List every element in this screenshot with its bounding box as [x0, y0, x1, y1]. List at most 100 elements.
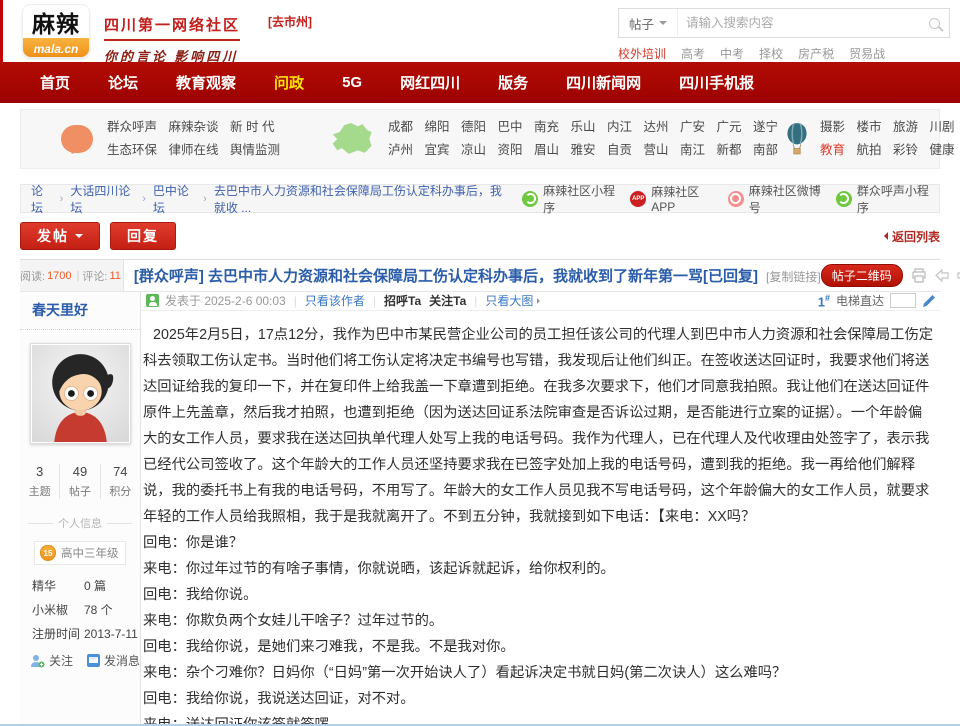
topic-link[interactable]: 航拍: [857, 143, 882, 157]
city-link[interactable]: 遂宁: [753, 120, 778, 134]
city-link[interactable]: 资阳: [498, 143, 523, 157]
city-link[interactable]: 泸州: [388, 143, 413, 157]
nav-item-education[interactable]: 教育观察: [176, 72, 236, 93]
avatar[interactable]: [30, 343, 131, 444]
nav-item-forum[interactable]: 论坛: [108, 72, 138, 93]
reply-button[interactable]: 回复: [110, 222, 176, 250]
nav-item-home[interactable]: 首页: [40, 72, 70, 93]
search-category-select[interactable]: 帖子: [619, 9, 678, 37]
city-link[interactable]: 广安: [680, 120, 705, 134]
prev-thread-icon[interactable]: [935, 269, 949, 282]
poster-icon: [146, 294, 159, 307]
topic-link[interactable]: 彩铃: [893, 143, 918, 157]
city-link[interactable]: 眉山: [534, 143, 559, 157]
only-author-link[interactable]: 只看该作者: [305, 292, 365, 309]
dialogue-line: 来电：送达回证你该签就签啰。: [143, 712, 936, 725]
follow-person-icon: [30, 654, 45, 668]
city-link[interactable]: 内江: [607, 120, 632, 134]
site-logo[interactable]: 麻辣 mala.cn: [22, 4, 90, 58]
forum-link[interactable]: 新 时 代: [230, 120, 274, 134]
city-link[interactable]: 乐山: [571, 120, 596, 134]
nav-item-wanghong[interactable]: 网红四川: [400, 72, 460, 93]
author-username[interactable]: 春天里好: [20, 302, 88, 318]
miniprogram-link[interactable]: 麻辣社区小程序: [522, 182, 615, 216]
hot-link[interactable]: 择校: [759, 45, 783, 62]
app-download-link[interactable]: APP 麻辣社区APP: [630, 183, 712, 214]
breadcrumb: 论坛 › 大话四川论坛 › 巴中论坛 › 去巴中市人力资源和社会保障局工伤认定科…: [20, 184, 940, 213]
hot-link[interactable]: 校外培训: [618, 45, 666, 62]
greet-link[interactable]: 招呼Ta: [384, 294, 421, 308]
speech-bubble-icon: [61, 125, 93, 153]
elevator-input[interactable]: [890, 293, 916, 308]
only-image-link[interactable]: 只看大图: [485, 292, 533, 309]
city-link[interactable]: 绵阳: [425, 120, 450, 134]
back-to-list-link[interactable]: 返回列表: [880, 228, 940, 245]
topic-link[interactable]: 摄影: [820, 120, 845, 134]
city-link[interactable]: 德阳: [461, 120, 486, 134]
copy-link[interactable]: [复制链接]: [766, 270, 821, 284]
post-area: 春天里好: [20, 292, 940, 725]
app-icon: APP: [630, 191, 646, 207]
topic-link[interactable]: 教育: [820, 143, 845, 157]
city-link[interactable]: 广元: [717, 120, 742, 134]
qr-code-button[interactable]: 帖子二维码: [821, 264, 903, 287]
triangle-left-icon: [880, 232, 888, 240]
city-link[interactable]: 雅安: [571, 143, 596, 157]
nav-item-5g[interactable]: 5G: [342, 74, 362, 91]
city-link[interactable]: 南部: [753, 143, 778, 157]
city-link[interactable]: 南充: [534, 120, 559, 134]
city-link[interactable]: 宜宾: [425, 143, 450, 157]
topic-link[interactable]: 健康: [930, 143, 955, 157]
city-link[interactable]: 新都: [717, 143, 742, 157]
search-input[interactable]: [678, 16, 919, 30]
topic-link[interactable]: 楼市: [857, 120, 882, 134]
city-link[interactable]: 达州: [644, 120, 669, 134]
breadcrumb-bazhong[interactable]: 巴中论坛: [153, 182, 196, 216]
city-link[interactable]: 自贡: [607, 143, 632, 157]
print-icon[interactable]: [911, 268, 927, 283]
thread-title: [群众呼声] 去巴中市人力资源和社会保障局工伤认定科办事后，我就收到了新年第一骂…: [134, 265, 821, 286]
search-button[interactable]: [919, 18, 949, 29]
nav-item-wenzheng[interactable]: 问政: [274, 72, 304, 93]
forum-link[interactable]: 律师在线: [169, 143, 219, 157]
new-post-button[interactable]: 发帖: [20, 222, 100, 250]
breadcrumb-dahua[interactable]: 大话四川论坛: [70, 182, 135, 216]
hot-link[interactable]: 房产税: [798, 45, 834, 62]
hot-link[interactable]: 贸易战: [849, 45, 885, 62]
city-link[interactable]: 凉山: [461, 143, 486, 157]
breadcrumb-separator: ›: [203, 193, 207, 205]
nav-item-scnews[interactable]: 四川新闻网: [566, 72, 641, 93]
topic-link[interactable]: 川剧: [930, 120, 955, 134]
nav-item-scmobile[interactable]: 四川手机报: [679, 72, 754, 93]
city-link[interactable]: 巴中: [498, 120, 523, 134]
level-badge-icon: 15: [40, 545, 56, 561]
stat-posts[interactable]: 49 帖子: [59, 464, 99, 499]
search-category-label: 帖子: [629, 14, 654, 33]
forum-link[interactable]: 生态环保: [107, 143, 157, 157]
post-paragraph: 2025年2月5日，17点12分，我作为巴中市某民营企业公司的员工担任该公司的代…: [143, 322, 936, 530]
city-link[interactable]: 南江: [680, 143, 705, 157]
nav-item-banwu[interactable]: 版务: [498, 72, 528, 93]
post-time: 发表于 2025-2-6 00:03: [165, 292, 286, 309]
comments-count: 11: [109, 270, 120, 282]
goto-city-link[interactable]: [去市州]: [268, 13, 312, 30]
stat-threads[interactable]: 3 主题: [20, 464, 59, 499]
city-link[interactable]: 成都: [388, 120, 413, 134]
jump-pen-icon[interactable]: [922, 294, 936, 308]
voice-miniprogram-link[interactable]: 群众呼声小程序: [836, 182, 929, 216]
hot-link[interactable]: 高考: [681, 45, 705, 62]
forum-link[interactable]: 舆情监测: [230, 143, 280, 157]
breadcrumb-forum[interactable]: 论坛: [31, 182, 53, 216]
breadcrumb-separator: ›: [142, 193, 146, 205]
follow-user-button[interactable]: 关注: [30, 652, 73, 669]
forum-link[interactable]: 群众呼声: [107, 120, 157, 134]
weibo-link[interactable]: 麻辣社区微博号: [728, 182, 821, 216]
weibo-icon: [728, 191, 744, 207]
city-link[interactable]: 营山: [644, 143, 669, 157]
forum-link[interactable]: 麻辣杂谈: [169, 120, 219, 134]
follow-ta-link[interactable]: 关注Ta: [429, 294, 466, 308]
send-message-button[interactable]: 发消息: [87, 652, 140, 669]
topic-link[interactable]: 旅游: [893, 120, 918, 134]
hot-link[interactable]: 中考: [720, 45, 744, 62]
stat-credits[interactable]: 74 积分: [100, 464, 140, 499]
